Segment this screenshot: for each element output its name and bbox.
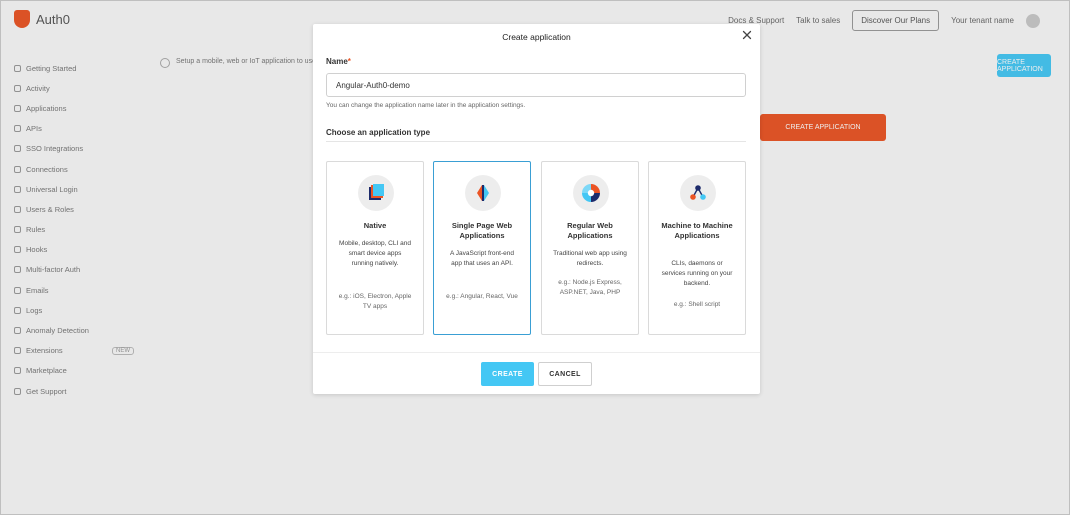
name-label: Name*: [326, 57, 351, 66]
name-help-text: You can change the application name late…: [326, 102, 526, 109]
card-title: Single Page Web Applications: [451, 221, 513, 240]
native-app-icon: [358, 175, 394, 211]
application-type-heading: Choose an application type: [326, 128, 431, 137]
card-examples: e.g.: Angular, React, Vue: [446, 293, 518, 300]
card-examples: e.g.: Shell script: [673, 301, 721, 308]
create-application-dialog: Create application Name* You can change …: [313, 24, 760, 394]
card-examples: e.g.: Node.js Express, ASP.NET, Java, PH…: [558, 279, 622, 296]
app-type-native-card[interactable]: Native Mobile, desktop, CLI and smart de…: [326, 161, 424, 335]
card-title: Regular Web Applications: [567, 221, 613, 240]
regular-web-app-icon: [573, 175, 609, 211]
application-type-options: Native Mobile, desktop, CLI and smart de…: [326, 161, 747, 335]
card-description: Mobile, desktop, CLI and smart device ap…: [339, 240, 411, 267]
close-icon[interactable]: [740, 28, 754, 42]
card-description: Traditional web app using redirects.: [553, 250, 627, 267]
card-description: CLIs, daemons or services running on you…: [661, 260, 733, 287]
dialog-footer: CREATE CANCEL: [313, 352, 760, 394]
card-title: Machine to Machine Applications: [661, 221, 733, 240]
card-description: A JavaScript front-end app that uses an …: [450, 250, 514, 267]
required-mark: *: [347, 57, 351, 66]
app-type-spa-card[interactable]: Single Page Web Applications A JavaScrip…: [433, 161, 531, 335]
app-type-regular-web-card[interactable]: Regular Web Applications Traditional web…: [541, 161, 639, 335]
machine-to-machine-icon: [680, 175, 716, 211]
card-examples: e.g.: iOS, Electron, Apple TV apps: [338, 293, 412, 310]
card-title: Native: [363, 221, 387, 230]
application-name-input[interactable]: [326, 73, 746, 97]
cancel-button[interactable]: CANCEL: [538, 362, 592, 386]
create-button[interactable]: CREATE: [481, 362, 534, 386]
app-type-m2m-card[interactable]: Machine to Machine Applications CLIs, da…: [648, 161, 746, 335]
dialog-title: Create application: [502, 32, 571, 42]
divider: [326, 141, 746, 142]
spa-icon: [465, 175, 501, 211]
